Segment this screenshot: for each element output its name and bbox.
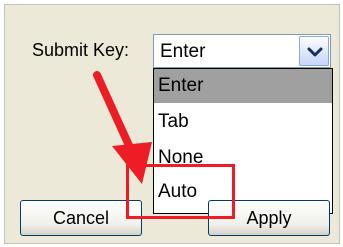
red-arrow-icon (93, 71, 152, 184)
screenshot-canvas: Submit Key: Enter Enter Tab None Auto Ca… (0, 0, 343, 247)
